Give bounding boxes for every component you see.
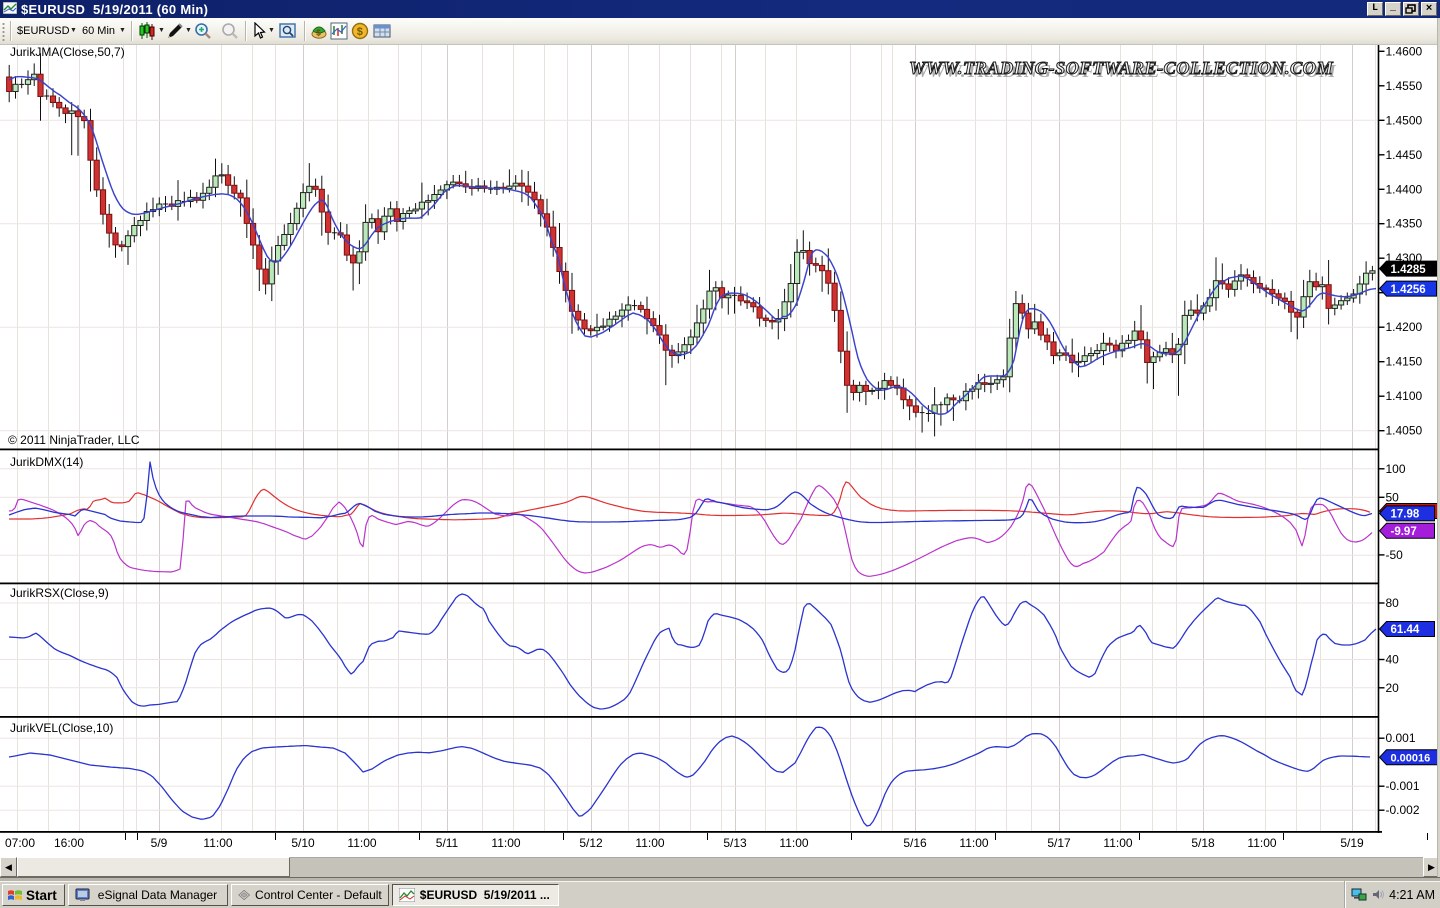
svg-text:100: 100 xyxy=(1386,462,1406,476)
svg-text:1.4150: 1.4150 xyxy=(1386,355,1423,369)
svg-text:5/13: 5/13 xyxy=(723,836,747,850)
svg-text:40: 40 xyxy=(1386,653,1400,667)
svg-text:5/11: 5/11 xyxy=(436,836,459,850)
svg-text:-0.001: -0.001 xyxy=(1386,779,1420,793)
svg-text:1.4200: 1.4200 xyxy=(1386,320,1423,334)
svg-text:© 2011 NinjaTrader, LLC: © 2011 NinjaTrader, LLC xyxy=(8,433,140,447)
svg-text:61.44: 61.44 xyxy=(1391,624,1420,636)
svg-text:1.4500: 1.4500 xyxy=(1386,113,1423,127)
svg-text:0.001: 0.001 xyxy=(1386,731,1416,745)
svg-text:11:00: 11:00 xyxy=(635,836,664,850)
svg-text:20: 20 xyxy=(1386,681,1400,695)
svg-text:16:00: 16:00 xyxy=(54,836,84,850)
svg-text:WWW.TRADING-SOFTWARE-COLLECTIO: WWW.TRADING-SOFTWARE-COLLECTION.COM xyxy=(909,58,1333,78)
svg-text:5/10: 5/10 xyxy=(291,836,315,850)
svg-text:1.4600: 1.4600 xyxy=(1386,45,1423,58)
svg-text:1.4400: 1.4400 xyxy=(1386,182,1423,196)
svg-text:-50: -50 xyxy=(1386,548,1404,562)
svg-text:JurikVEL(Close,10): JurikVEL(Close,10) xyxy=(10,721,113,735)
svg-text:JurikRSX(Close,9): JurikRSX(Close,9) xyxy=(10,586,109,600)
svg-text:11:00: 11:00 xyxy=(491,836,520,850)
svg-text:5/18: 5/18 xyxy=(1191,836,1215,850)
svg-text:-0.002: -0.002 xyxy=(1386,803,1420,817)
svg-text:1.4050: 1.4050 xyxy=(1386,424,1423,438)
svg-text:11:00: 11:00 xyxy=(1103,836,1132,850)
svg-text:$: $ xyxy=(357,26,363,38)
svg-text:5/17: 5/17 xyxy=(1047,836,1071,850)
svg-text:50: 50 xyxy=(1386,490,1400,504)
svg-text:1.4550: 1.4550 xyxy=(1386,79,1423,93)
svg-text:11:00: 11:00 xyxy=(959,836,988,850)
svg-text:1.4350: 1.4350 xyxy=(1386,217,1423,231)
svg-text:11:00: 11:00 xyxy=(779,836,808,850)
svg-text:5/19: 5/19 xyxy=(1340,836,1364,850)
svg-text:JurikJMA(Close,50,7): JurikJMA(Close,50,7) xyxy=(10,45,125,59)
svg-text:$: $ xyxy=(316,29,321,38)
svg-text:11:00: 11:00 xyxy=(203,836,232,850)
svg-text:JurikDMX(14): JurikDMX(14) xyxy=(10,455,83,469)
svg-text:5/12: 5/12 xyxy=(579,836,603,850)
svg-text:1.4450: 1.4450 xyxy=(1386,148,1423,162)
svg-text:0.00016: 0.00016 xyxy=(1391,753,1431,765)
svg-text:-9.97: -9.97 xyxy=(1391,526,1417,538)
svg-text:07:00: 07:00 xyxy=(5,836,35,850)
svg-text:80: 80 xyxy=(1386,596,1400,610)
svg-text:1.4100: 1.4100 xyxy=(1386,389,1423,403)
svg-text:1.4285: 1.4285 xyxy=(1391,264,1427,276)
svg-text:11:00: 11:00 xyxy=(1247,836,1276,850)
svg-text:1.4256: 1.4256 xyxy=(1391,284,1426,296)
svg-text:17.98: 17.98 xyxy=(1391,509,1420,521)
svg-text:11:00: 11:00 xyxy=(347,836,376,850)
svg-text:5/9: 5/9 xyxy=(151,836,168,850)
svg-text:5/16: 5/16 xyxy=(903,836,927,850)
